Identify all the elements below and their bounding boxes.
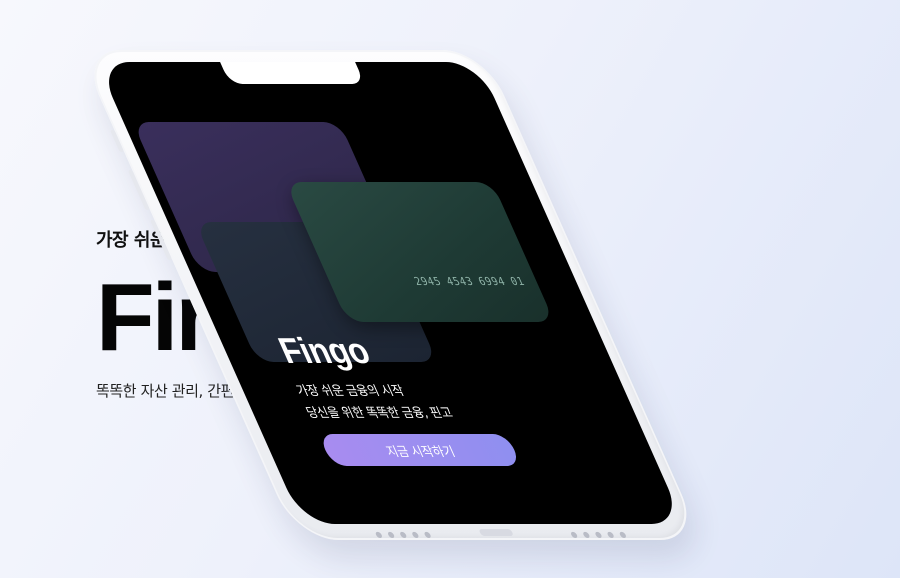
charging-port xyxy=(478,529,514,536)
app-headline: 가장 쉬운 금융의 시작 xyxy=(294,384,407,399)
app-brand-logo: Fingo xyxy=(271,330,377,371)
card-number: 2945 4543 6994 01 xyxy=(412,275,527,288)
speaker-grille-right: ● ● ● ● ● xyxy=(568,530,630,539)
speaker-grille-left: ● ● ● ● ● xyxy=(373,530,435,539)
phone-notch xyxy=(220,62,365,84)
get-started-button[interactable]: 지금 시작하기 xyxy=(318,434,522,466)
phone-mockup: 2945 4543 6994 01 Fingo 가장 쉬운 금융의 시작 당신을… xyxy=(78,50,810,540)
app-subheadline: 당신을 위한 똑똑한 금융, 핀고 xyxy=(303,406,456,421)
